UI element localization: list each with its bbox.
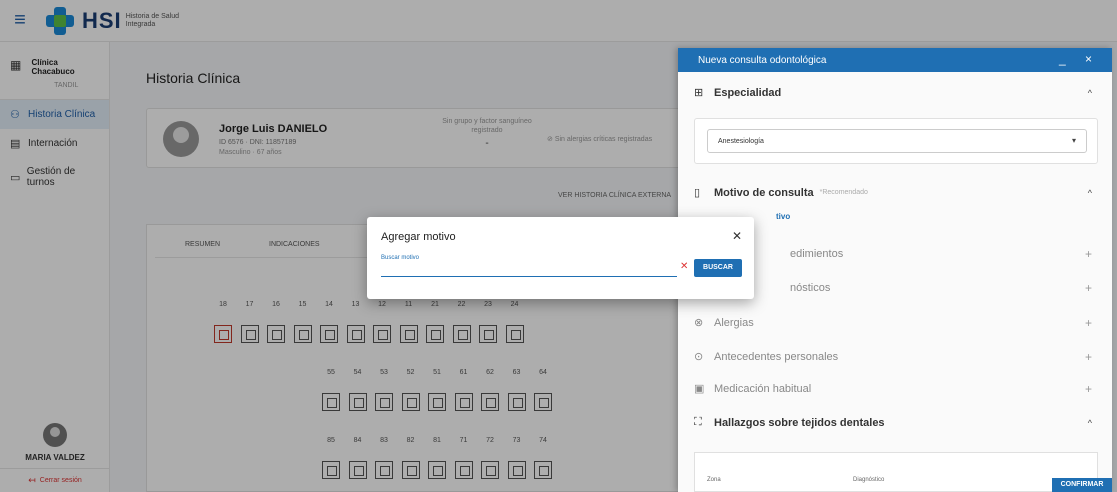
history-icon: ⊙	[694, 351, 704, 363]
section-title: nósticos	[790, 282, 831, 294]
section-title: Motivo de consulta	[714, 186, 814, 199]
findings-table: Zona Diagnóstico	[694, 452, 1098, 492]
add-reason-dialog: Agregar motivo ✕ Buscar motivo ✕ BUSCAR	[367, 217, 754, 299]
section-medicacion[interactable]: ▣ Medicación habitual +	[694, 382, 1098, 396]
specialty-card: Anestesiología ▾	[694, 118, 1098, 164]
plus-icon[interactable]: +	[1085, 350, 1092, 364]
section-title: Alergias	[714, 316, 754, 329]
specialty-select[interactable]: Anestesiología ▾	[707, 129, 1087, 153]
dialog-title: Agregar motivo	[381, 231, 456, 243]
section-alergias[interactable]: ⊗ Alergias +	[694, 316, 1098, 330]
section-diagnosticos[interactable]: nósticos +	[694, 281, 1098, 295]
section-hallazgos[interactable]: ⛶ Hallazgos sobre tejidos dentales ^	[694, 416, 1098, 429]
close-icon[interactable]: ✕	[732, 229, 742, 243]
medication-icon: ▣	[694, 383, 705, 395]
section-especialidad[interactable]: ⊞ Especialidad ^	[694, 86, 1098, 100]
add-reason-link[interactable]: tivo	[776, 212, 790, 221]
clear-icon[interactable]: ✕	[680, 261, 688, 272]
panel-window-controls[interactable]: _ ×	[1059, 52, 1100, 66]
section-title: Antecedentes personales	[714, 350, 839, 363]
plus-icon[interactable]: +	[1085, 247, 1092, 261]
section-title: Hallazgos sobre tejidos dentales	[714, 416, 885, 429]
dropdown-arrow-icon: ▾	[1071, 136, 1076, 145]
medical-kit-icon: ⊞	[694, 87, 704, 99]
scan-icon: ⛶	[694, 416, 702, 428]
plus-icon[interactable]: +	[1085, 316, 1092, 330]
section-antecedentes[interactable]: ⊙ Antecedentes personales +	[694, 350, 1098, 364]
section-title: Especialidad	[714, 86, 782, 99]
chevron-up-icon[interactable]: ^	[1088, 188, 1092, 198]
plus-icon[interactable]: +	[1085, 281, 1092, 295]
search-label: Buscar motivo	[381, 255, 420, 261]
section-procedimientos[interactable]: edimientos +	[694, 247, 1098, 261]
chevron-up-icon[interactable]: ^	[1088, 88, 1092, 98]
confirm-button[interactable]: CONFIRMAR	[1052, 478, 1112, 492]
section-title: edimientos	[790, 248, 844, 260]
table-header-zona: Zona	[707, 477, 721, 483]
panel-title: Nueva consulta odontológica	[698, 54, 827, 66]
recommended-tag: *Recomendado	[819, 189, 868, 196]
comment-icon: ▯	[694, 187, 701, 199]
specialty-value: Anestesiología	[718, 138, 764, 145]
chevron-up-icon[interactable]: ^	[1088, 418, 1092, 428]
plus-icon[interactable]: +	[1085, 382, 1092, 396]
section-title: Medicación habitual	[714, 382, 812, 395]
allergy-icon: ⊗	[694, 317, 704, 329]
search-reason-input[interactable]	[381, 263, 677, 277]
section-motivo[interactable]: ▯ Motivo de consulta *Recomendado ^	[694, 186, 1098, 200]
search-button[interactable]: BUSCAR	[694, 259, 742, 277]
panel-header: Nueva consulta odontológica _ ×	[678, 48, 1112, 72]
table-header-diagnostico: Diagnóstico	[853, 477, 885, 483]
